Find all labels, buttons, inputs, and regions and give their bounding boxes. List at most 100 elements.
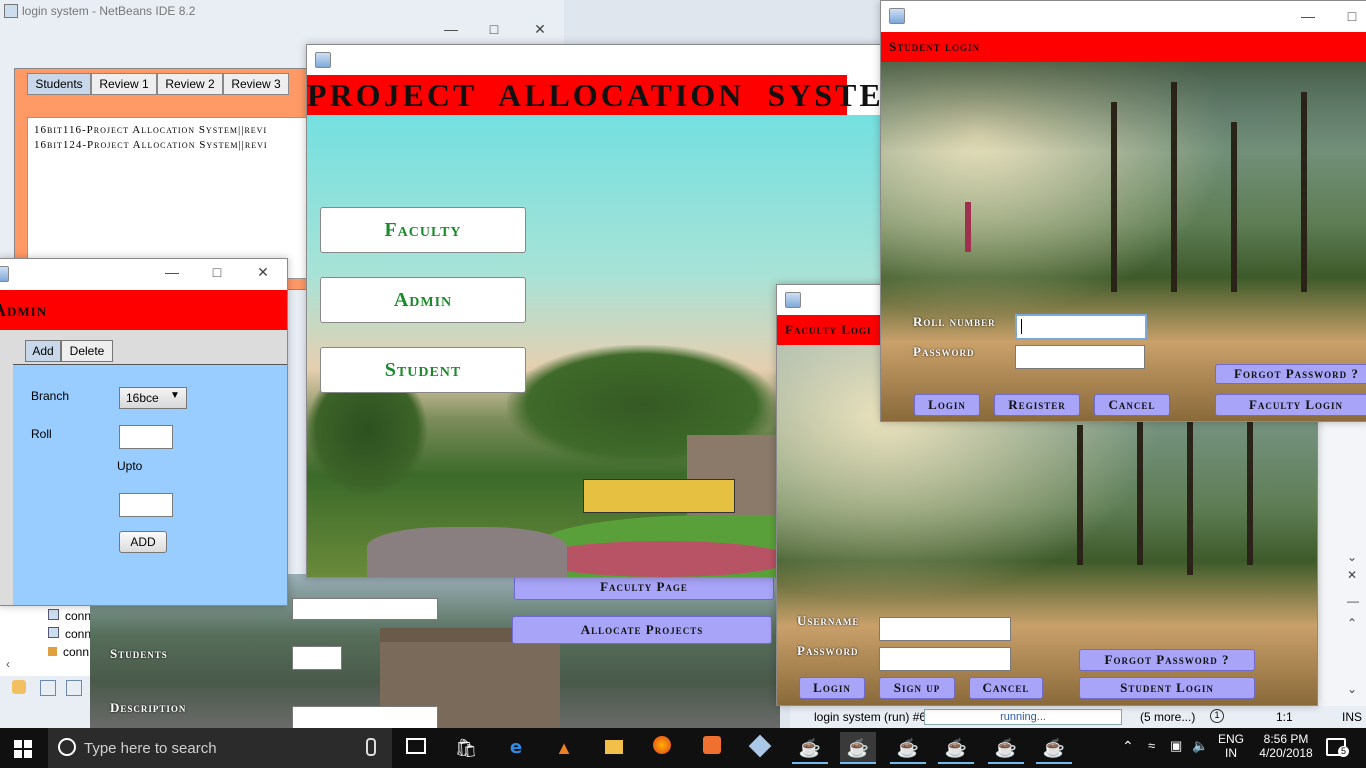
date: 4/20/2018 xyxy=(1259,746,1313,760)
roll-to-input[interactable] xyxy=(119,493,173,517)
chevron-up-icon[interactable]: ⌃ xyxy=(1122,738,1134,755)
admin-button[interactable]: Admin xyxy=(320,277,526,323)
java-app-icon[interactable]: ☕ xyxy=(938,732,974,764)
forgot-password-button[interactable]: Forgot Password ? xyxy=(1079,649,1255,671)
xampp-icon[interactable] xyxy=(694,732,730,764)
file-explorer-icon[interactable] xyxy=(596,732,632,764)
allocate-projects-button[interactable]: Allocate Projects xyxy=(512,616,772,644)
roll-label: Roll xyxy=(31,427,52,441)
tab-review-3[interactable]: Review 3 xyxy=(223,73,289,95)
username-field[interactable] xyxy=(879,617,1011,641)
password-field[interactable] xyxy=(1015,345,1145,369)
minimize-icon[interactable]: — xyxy=(165,265,179,279)
tree-trunk xyxy=(1077,425,1083,565)
tree-item[interactable]: conn xyxy=(48,609,91,623)
tab-add[interactable]: Add xyxy=(25,340,61,362)
students-field[interactable] xyxy=(292,646,342,670)
password-label: Password xyxy=(913,344,975,359)
wifi-icon[interactable]: ≈ xyxy=(1148,738,1155,753)
review-window: Students Review 1 Review 2 Review 3 16bi… xyxy=(14,68,319,290)
close-icon[interactable]: ✕ xyxy=(256,265,270,279)
firefox-icon[interactable] xyxy=(644,732,680,764)
volume-icon[interactable]: 🔈 xyxy=(1192,738,1208,754)
java-icon xyxy=(0,266,9,282)
tree-item[interactable]: conn xyxy=(48,627,91,641)
windows-start-icon[interactable] xyxy=(14,740,32,758)
tree-scroll-left-icon[interactable]: ‹ xyxy=(6,657,10,671)
cancel-button[interactable]: Cancel xyxy=(1094,394,1170,416)
signup-button[interactable]: Sign up xyxy=(879,677,955,699)
notification-icon[interactable]: 1 xyxy=(1210,709,1224,723)
java-app-icon[interactable]: ☕ xyxy=(792,732,828,764)
student-button[interactable]: Student xyxy=(320,347,526,393)
clock[interactable]: 8:56 PM 4/20/2018 xyxy=(1256,732,1316,760)
edge-icon[interactable]: e xyxy=(498,732,534,764)
tab-review-2[interactable]: Review 2 xyxy=(157,73,223,95)
students-list: 16bit116-Project Allocation System||revi… xyxy=(27,117,319,279)
tree-item[interactable]: conn xyxy=(48,645,89,659)
tree-trunk xyxy=(1171,82,1177,292)
cancel-button[interactable]: Cancel xyxy=(969,677,1043,699)
store-icon[interactable]: 🛍 xyxy=(448,732,484,764)
description-field[interactable] xyxy=(292,706,438,728)
maximize-icon[interactable]: □ xyxy=(487,22,501,36)
username-label: Username xyxy=(797,613,860,628)
branch-select[interactable]: 16bce ▼ xyxy=(119,387,187,409)
ethernet-icon[interactable]: ▣ xyxy=(1170,738,1182,754)
time: 8:56 PM xyxy=(1263,732,1309,746)
class-icon xyxy=(48,627,59,638)
caret-position: 1:1 xyxy=(1276,710,1293,724)
students-label: Students xyxy=(110,646,168,661)
notification-badge: 5 xyxy=(1338,746,1349,757)
netbeans-right-panel: ⌄ ✕ — ⌃ ⌄ xyxy=(1316,420,1366,710)
student-login-button[interactable]: Student Login xyxy=(1079,677,1255,699)
roll-number-field[interactable] xyxy=(1015,314,1147,340)
maximize-icon[interactable]: □ xyxy=(1345,9,1359,23)
scroll-down-icon[interactable]: ⌄ xyxy=(1347,550,1357,564)
tree-trunk xyxy=(1137,405,1143,565)
tab-students[interactable]: Students xyxy=(27,73,91,95)
student-login-header: Student login xyxy=(881,32,1366,62)
add-button[interactable]: ADD xyxy=(119,531,167,553)
minimize-icon[interactable]: — xyxy=(444,22,458,36)
password-field[interactable] xyxy=(879,647,1011,671)
forgot-password-button[interactable]: Forgot Password ? xyxy=(1215,364,1366,384)
task-view-icon[interactable] xyxy=(398,732,434,764)
tab-review-1[interactable]: Review 1 xyxy=(91,73,157,95)
search-box[interactable]: Type here to search xyxy=(48,728,392,768)
tree-trunk xyxy=(1231,122,1237,292)
list-item[interactable]: 16bit116-Project Allocation System||revi xyxy=(34,124,267,136)
close-output-icon[interactable]: ✕ xyxy=(1347,568,1357,582)
register-button[interactable]: Register xyxy=(994,394,1080,416)
login-button[interactable]: Login xyxy=(799,677,865,699)
virtualbox-icon[interactable] xyxy=(742,732,778,764)
vlc-icon[interactable]: ▲ xyxy=(546,732,582,764)
language-indicator[interactable]: ENG IN xyxy=(1218,732,1244,760)
scroll-up-icon[interactable]: ⌃ xyxy=(1347,616,1357,630)
faculty-login-button[interactable]: Faculty Login xyxy=(1215,394,1366,416)
palette-icon[interactable] xyxy=(12,680,26,694)
microphone-icon[interactable] xyxy=(366,738,376,756)
maximize-icon[interactable]: □ xyxy=(210,265,224,279)
status-more[interactable]: (5 more...) xyxy=(1140,710,1195,724)
layout-icon[interactable] xyxy=(66,680,82,696)
roll-from-input[interactable] xyxy=(119,425,173,449)
java-app-icon[interactable]: ☕ xyxy=(840,732,876,764)
action-center-icon[interactable]: 5 xyxy=(1326,738,1349,757)
java-app-icon[interactable]: ☕ xyxy=(1036,732,1072,764)
close-icon[interactable]: ✕ xyxy=(533,22,547,36)
minimize-icon[interactable]: — xyxy=(1301,9,1315,23)
lock-icon xyxy=(48,647,57,656)
layout-icon[interactable] xyxy=(40,680,56,696)
field-top[interactable] xyxy=(292,598,438,620)
login-button[interactable]: Login xyxy=(914,394,980,416)
minimize-output-icon[interactable]: — xyxy=(1347,594,1359,608)
java-app-icon[interactable]: ☕ xyxy=(988,732,1024,764)
faculty-button[interactable]: Faculty xyxy=(320,207,526,253)
tab-delete[interactable]: Delete xyxy=(61,340,113,362)
list-item[interactable]: 16bit124-Project Allocation System||revi xyxy=(34,139,268,151)
tree-canopy xyxy=(881,62,1366,152)
java-app-icon[interactable]: ☕ xyxy=(890,732,926,764)
admin-window: — □ ✕ Admin Add Delete Branch 16bce ▼ Ro… xyxy=(0,258,288,606)
scroll-down-icon[interactable]: ⌄ xyxy=(1347,682,1357,696)
